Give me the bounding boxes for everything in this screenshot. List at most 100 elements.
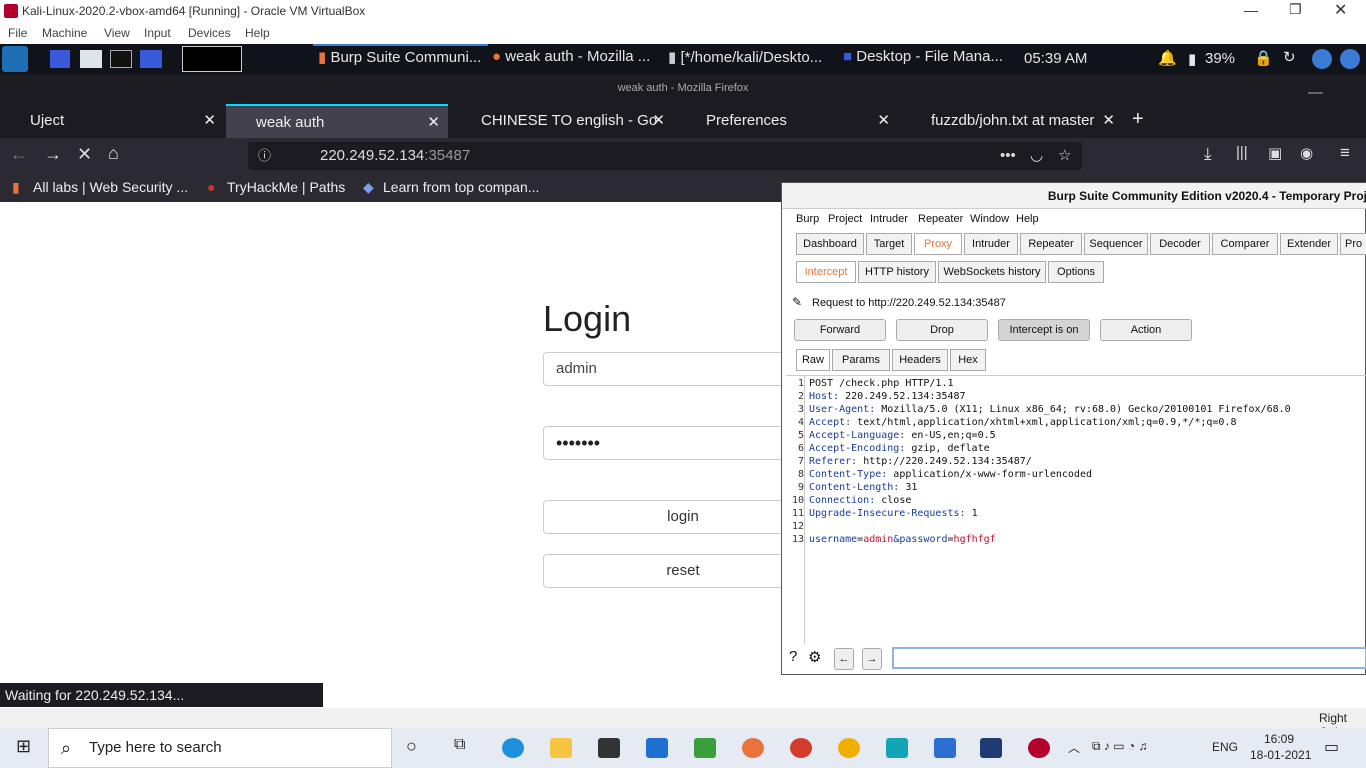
new-tab-icon[interactable]: + [1132, 108, 1144, 131]
view-tab-params[interactable]: Params [832, 349, 890, 371]
stop-icon[interactable]: ✕ [77, 144, 92, 165]
taskbar-time[interactable]: 16:09 [1264, 732, 1294, 746]
request-editor[interactable]: 1 POST /check.php HTTP/1.1 2 Host: 220.2… [786, 375, 1366, 644]
power-icon[interactable] [1312, 49, 1332, 69]
task-view-icon[interactable]: ⧉ [454, 736, 465, 754]
burp-menu-intruder[interactable]: Intruder [870, 213, 908, 225]
tab-weak-auth[interactable]: weak auth ✕ [226, 104, 448, 138]
tab-fuzzdb[interactable]: fuzzdb/john.txt at master ✕ [901, 104, 1123, 138]
burp-tab-more[interactable]: Pro [1340, 233, 1366, 255]
task-file-manager[interactable]: ■ Desktop - File Mana... [843, 48, 1013, 70]
page-actions-icon[interactable]: ••• [1000, 142, 1016, 170]
firefox-icon[interactable] [742, 738, 764, 758]
site-info-icon[interactable]: ⓘ [258, 142, 271, 170]
settings-gear-icon[interactable]: ⚙ [808, 648, 821, 666]
menu-input[interactable]: Input [144, 26, 171, 40]
chrome-alt-icon[interactable] [838, 738, 860, 758]
proxy-subtab-http-history[interactable]: HTTP history [858, 261, 936, 283]
tab-preferences[interactable]: Preferences ✕ [676, 104, 898, 138]
close-tab-icon[interactable]: ✕ [427, 106, 440, 138]
notes-icon[interactable] [694, 738, 716, 758]
menu-view[interactable]: View [104, 26, 130, 40]
task-burp[interactable]: ▮ Burp Suite Communi... [318, 48, 488, 70]
view-tab-headers[interactable]: Headers [892, 349, 948, 371]
url-bar[interactable]: ⓘ 220.249.52.134:35487 ••• ◡ ☆ [248, 142, 1082, 170]
burp-tab-dashboard[interactable]: Dashboard [796, 233, 864, 255]
close-icon[interactable]: ✕ [1334, 0, 1347, 20]
burp-tab-decoder[interactable]: Decoder [1150, 233, 1210, 255]
notification-icon[interactable]: 🔔 [1158, 49, 1177, 67]
burp-menu-window[interactable]: Window [970, 213, 1009, 225]
back-icon[interactable]: ← [10, 144, 28, 165]
burp-menu-repeater[interactable]: Repeater [918, 213, 963, 225]
view-tab-hex[interactable]: Hex [950, 349, 986, 371]
burp-tab-intruder[interactable]: Intruder [964, 233, 1018, 255]
drop-button[interactable]: Drop [896, 319, 988, 341]
proxy-subtab-websockets[interactable]: WebSockets history [938, 261, 1046, 283]
menu-machine[interactable]: Machine [42, 26, 87, 40]
burp-tab-comparer[interactable]: Comparer [1212, 233, 1278, 255]
bookmark-star-icon[interactable]: ☆ [1058, 142, 1071, 170]
kali-vm-icon[interactable] [1028, 738, 1050, 758]
account-icon[interactable]: ◉ [1300, 144, 1313, 162]
bookmark-learn[interactable]: Learn from top compan... [383, 179, 539, 195]
clock[interactable]: 05:39 AM [1024, 50, 1087, 67]
close-tab-icon[interactable]: ✕ [652, 104, 665, 138]
action-button[interactable]: Action [1100, 319, 1192, 341]
language-indicator[interactable]: ENG [1212, 740, 1238, 754]
burp-tab-target[interactable]: Target [866, 233, 912, 255]
bookmark-all-labs[interactable]: All labs | Web Security ... [33, 179, 188, 195]
taskbar-search[interactable]: ⌕ Type here to search [48, 728, 392, 768]
intercept-toggle-button[interactable]: Intercept is on [998, 319, 1090, 341]
store-icon[interactable] [598, 738, 620, 758]
task-editor[interactable]: ▮ [*/home/kali/Deskto... [668, 48, 838, 70]
kali-menu-icon[interactable] [2, 46, 28, 72]
search-next-icon[interactable]: → [862, 648, 882, 670]
terminal-icon[interactable] [110, 50, 132, 68]
mail-icon[interactable] [646, 738, 668, 758]
close-tab-icon[interactable]: ✕ [1102, 104, 1115, 138]
workspace-icon[interactable] [50, 50, 70, 68]
close-tab-icon[interactable]: ✕ [203, 104, 216, 138]
menu-help[interactable]: Help [245, 26, 270, 40]
cortana-icon[interactable]: ○ [406, 736, 417, 757]
download-icon[interactable]: ⤓ [1204, 144, 1212, 164]
minimize-icon[interactable]: — [1244, 2, 1258, 18]
ff-minimize-icon[interactable]: — [1308, 84, 1323, 101]
virtualbox-icon[interactable] [980, 738, 1002, 758]
edge-icon[interactable] [502, 738, 524, 758]
forward-icon[interactable]: → [44, 144, 62, 165]
tray-icons[interactable]: ⧉ ♪ ▭ ◔ ♫ [1092, 739, 1148, 754]
tray-chevron-icon[interactable]: ︿ [1068, 739, 1080, 756]
forward-button[interactable]: Forward [794, 319, 886, 341]
close-tab-icon[interactable]: ✕ [877, 104, 890, 138]
burp-menu-project[interactable]: Project [828, 213, 862, 225]
burp-tab-proxy[interactable]: Proxy [914, 233, 962, 255]
w-app-icon[interactable] [934, 738, 956, 758]
help-icon[interactable]: ? [789, 648, 797, 665]
home-icon[interactable]: ⌂ [108, 143, 119, 164]
file-manager-icon[interactable] [80, 50, 102, 68]
view-tab-raw[interactable]: Raw [796, 349, 830, 371]
menu-file[interactable]: File [8, 26, 27, 40]
user-icon[interactable] [1340, 49, 1360, 69]
library-icon[interactable]: ||| [1236, 144, 1248, 161]
bookmark-tryhackme[interactable]: TryHackMe | Paths [227, 179, 345, 195]
sidebar-icon[interactable]: ▣ [1268, 144, 1282, 162]
proxy-subtab-intercept[interactable]: Intercept [796, 261, 856, 283]
bolt-app-icon[interactable] [886, 738, 908, 758]
burp-menu-help[interactable]: Help [1016, 213, 1039, 225]
file-explorer-icon[interactable] [550, 738, 572, 758]
notification-center-icon[interactable]: ▭ [1324, 737, 1339, 757]
burp-search-input[interactable] [892, 647, 1366, 669]
username-input[interactable]: admin [543, 352, 803, 386]
search-prev-icon[interactable]: ← [834, 648, 854, 670]
chrome-icon[interactable] [790, 738, 812, 758]
screen-recorder-icon[interactable] [140, 50, 162, 68]
restore-icon[interactable]: ❐ [1289, 1, 1302, 18]
pocket-icon[interactable]: ◡ [1030, 142, 1043, 170]
windows-start-icon[interactable]: ⊞ [16, 736, 31, 757]
burp-tab-sequencer[interactable]: Sequencer [1084, 233, 1148, 255]
tab-chinese-to-english[interactable]: CHINESE TO english - Go ✕ [451, 104, 673, 138]
hamburger-menu-icon[interactable]: ≡ [1340, 143, 1350, 163]
